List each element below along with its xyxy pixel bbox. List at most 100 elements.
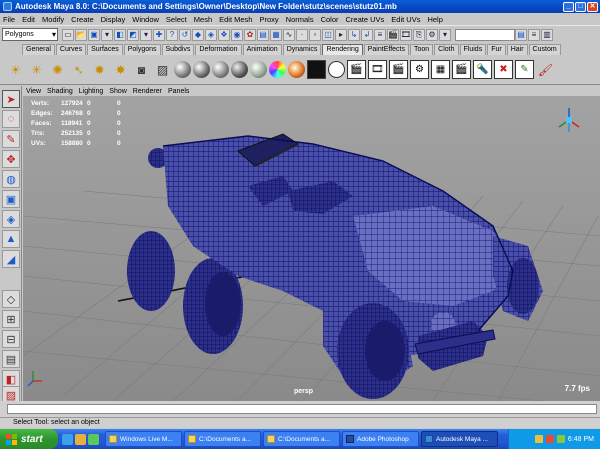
render-view-shelf-icon[interactable]: 🎬 bbox=[452, 60, 471, 79]
media-player-icon[interactable] bbox=[88, 433, 99, 445]
shelf-tab-cloth[interactable]: Cloth bbox=[434, 44, 459, 55]
minimize-button[interactable]: _ bbox=[563, 1, 574, 12]
two-panes-layout-icon[interactable]: ⊟ bbox=[2, 330, 20, 348]
render-settings-icon[interactable]: ⚙ bbox=[426, 28, 438, 41]
paint-select-tool-icon[interactable]: ✎ bbox=[2, 130, 20, 148]
menu-select[interactable]: Select bbox=[166, 15, 187, 24]
panel-menu-lighting[interactable]: Lighting bbox=[79, 88, 104, 95]
panel-menu-panels[interactable]: Panels bbox=[168, 88, 189, 95]
point-light-icon[interactable]: ✺ bbox=[48, 60, 67, 79]
menu-file[interactable]: File bbox=[3, 15, 15, 24]
lasso-tool-icon[interactable]: ◌ bbox=[2, 110, 20, 128]
move-tool-icon[interactable]: ✥ bbox=[2, 150, 20, 168]
ipr-render-current-icon[interactable]: 🎞 bbox=[368, 60, 387, 79]
render-current-icon[interactable]: 🎞 bbox=[400, 28, 412, 41]
taskbar-item-windows-live[interactable]: Windows Live M... bbox=[105, 431, 182, 447]
select-object-icon[interactable]: ◧ bbox=[114, 28, 126, 41]
new-scene-icon[interactable]: ▭ bbox=[62, 28, 74, 41]
maya-app-icon[interactable] bbox=[3, 2, 12, 11]
four-view-layout-icon[interactable]: ⊞ bbox=[2, 310, 20, 328]
ambient-light-icon[interactable]: ☀ bbox=[6, 60, 25, 79]
menu-edit-uvs[interactable]: Edit UVs bbox=[391, 15, 420, 24]
area-light-icon[interactable]: ✹ bbox=[90, 60, 109, 79]
construction-history-icon[interactable]: ≡ bbox=[374, 28, 386, 41]
panel-menu-show[interactable]: Show bbox=[109, 88, 127, 95]
tool-settings-icon[interactable]: ≡ bbox=[528, 28, 540, 41]
select-rendering-icon[interactable]: ◉ bbox=[231, 28, 243, 41]
taskbar-item-documents-2[interactable]: C:\Documents a... bbox=[263, 431, 340, 447]
shelf-tab-animation[interactable]: Animation bbox=[242, 44, 282, 55]
surface-shader-icon[interactable] bbox=[307, 60, 326, 79]
tray-antivirus-icon[interactable] bbox=[545, 435, 554, 443]
shelf-tab-polygons[interactable]: Polygons bbox=[123, 44, 161, 55]
shelf-tab-fur[interactable]: Fur bbox=[487, 44, 506, 55]
anisotropic-shader-icon[interactable] bbox=[250, 61, 267, 78]
close-button[interactable]: ✕ bbox=[587, 1, 598, 12]
open-scene-icon[interactable]: 📂 bbox=[75, 28, 87, 41]
hypershade-icon[interactable]: ▦ bbox=[431, 60, 450, 79]
phonge-shader-icon[interactable] bbox=[231, 61, 248, 78]
snap-grid-icon[interactable]: ▦ bbox=[270, 28, 282, 41]
lock-selection-icon[interactable]: ▤ bbox=[257, 28, 269, 41]
select-joints-icon[interactable]: ? bbox=[166, 28, 178, 41]
shelf-tab-general[interactable]: General bbox=[22, 44, 55, 55]
menu-set-dropdown[interactable]: Polygons bbox=[2, 28, 58, 41]
taskbar-item-photoshop[interactable]: Adobe Photoshop bbox=[342, 431, 419, 447]
select-hierarchy-icon[interactable]: ▾ bbox=[101, 28, 113, 41]
menu-mesh[interactable]: Mesh bbox=[194, 15, 212, 24]
menu-normals[interactable]: Normals bbox=[286, 15, 314, 24]
lambert-shader-icon[interactable] bbox=[174, 61, 191, 78]
universal-manipulator-icon[interactable]: ◈ bbox=[2, 210, 20, 228]
menu-create[interactable]: Create bbox=[71, 15, 94, 24]
batch-render-icon[interactable]: 🎬 bbox=[389, 60, 408, 79]
select-tool-icon[interactable]: ➤ bbox=[2, 90, 20, 108]
snap-curve-icon[interactable]: ∿ bbox=[283, 28, 295, 41]
ramp-shader-icon[interactable] bbox=[269, 61, 286, 78]
tray-network-icon[interactable] bbox=[534, 435, 543, 443]
directional-light-icon[interactable]: ✳ bbox=[27, 60, 46, 79]
ipr-render-icon[interactable]: ⎘ bbox=[413, 28, 425, 41]
menu-edit-mesh[interactable]: Edit Mesh bbox=[219, 15, 252, 24]
menu-edit[interactable]: Edit bbox=[22, 15, 35, 24]
shelf-tab-hair[interactable]: Hair bbox=[506, 44, 528, 55]
render-layer-icon[interactable]: ▨ bbox=[153, 60, 172, 79]
lights-icon[interactable]: 🔦 bbox=[473, 60, 492, 79]
taskbar-item-maya[interactable]: Autodesk Maya ... bbox=[421, 431, 498, 447]
menu-help[interactable]: Help bbox=[427, 15, 442, 24]
menu-display[interactable]: Display bbox=[101, 15, 126, 24]
title-bar[interactable]: Autodesk Maya 8.0: C:\Documents and Sett… bbox=[0, 0, 600, 13]
ie-icon[interactable] bbox=[62, 433, 73, 445]
output-ops-icon[interactable]: ↲ bbox=[361, 28, 373, 41]
menu-modify[interactable]: Modify bbox=[42, 15, 64, 24]
spot-light-icon[interactable]: ➴ bbox=[69, 60, 88, 79]
channel-box-icon[interactable]: ▥ bbox=[541, 28, 553, 41]
show-manipulator-icon[interactable]: ◢ bbox=[2, 250, 20, 268]
menu-create-uvs[interactable]: Create UVs bbox=[346, 15, 385, 24]
soft-modification-icon[interactable]: ▲ bbox=[2, 230, 20, 248]
camera-paint-icon[interactable]: ✎ bbox=[515, 60, 534, 79]
menu-proxy[interactable]: Proxy bbox=[259, 15, 278, 24]
make-live-icon[interactable]: ◫ bbox=[322, 28, 334, 41]
start-button[interactable]: start bbox=[0, 429, 58, 449]
mask-dropdown-icon[interactable]: ▾ bbox=[140, 28, 152, 41]
paint-brush-icon[interactable]: 🖌 bbox=[536, 60, 555, 79]
select-curves-icon[interactable]: ↺ bbox=[179, 28, 191, 41]
menu-window[interactable]: Window bbox=[132, 15, 159, 24]
menu-color[interactable]: Color bbox=[321, 15, 339, 24]
shelf-tab-painteffects[interactable]: PaintEffects bbox=[363, 44, 409, 55]
show-desktop-icon[interactable] bbox=[75, 433, 86, 445]
select-surfaces-icon[interactable]: ◆ bbox=[192, 28, 204, 41]
scale-tool-icon[interactable]: ▣ bbox=[2, 190, 20, 208]
shelf-tab-fluids[interactable]: Fluids bbox=[459, 44, 487, 55]
remove-light-icon[interactable]: ✖ bbox=[494, 60, 513, 79]
shelf-tab-toon[interactable]: Toon bbox=[409, 44, 434, 55]
render-view-icon[interactable]: 🎬 bbox=[387, 28, 399, 41]
maximize-button[interactable]: □ bbox=[575, 1, 586, 12]
snap-view-plane-icon[interactable]: ▫ bbox=[309, 28, 321, 41]
single-perspective-layout-icon[interactable]: ◇ bbox=[2, 290, 20, 308]
shelf-tab-custom[interactable]: Custom bbox=[528, 44, 561, 55]
panel-menu-renderer[interactable]: Renderer bbox=[133, 88, 162, 95]
select-dynamics-icon[interactable]: ❖ bbox=[218, 28, 230, 41]
render-current-frame-icon[interactable]: 🎬 bbox=[347, 60, 366, 79]
select-misc-icon[interactable]: ✿ bbox=[244, 28, 256, 41]
